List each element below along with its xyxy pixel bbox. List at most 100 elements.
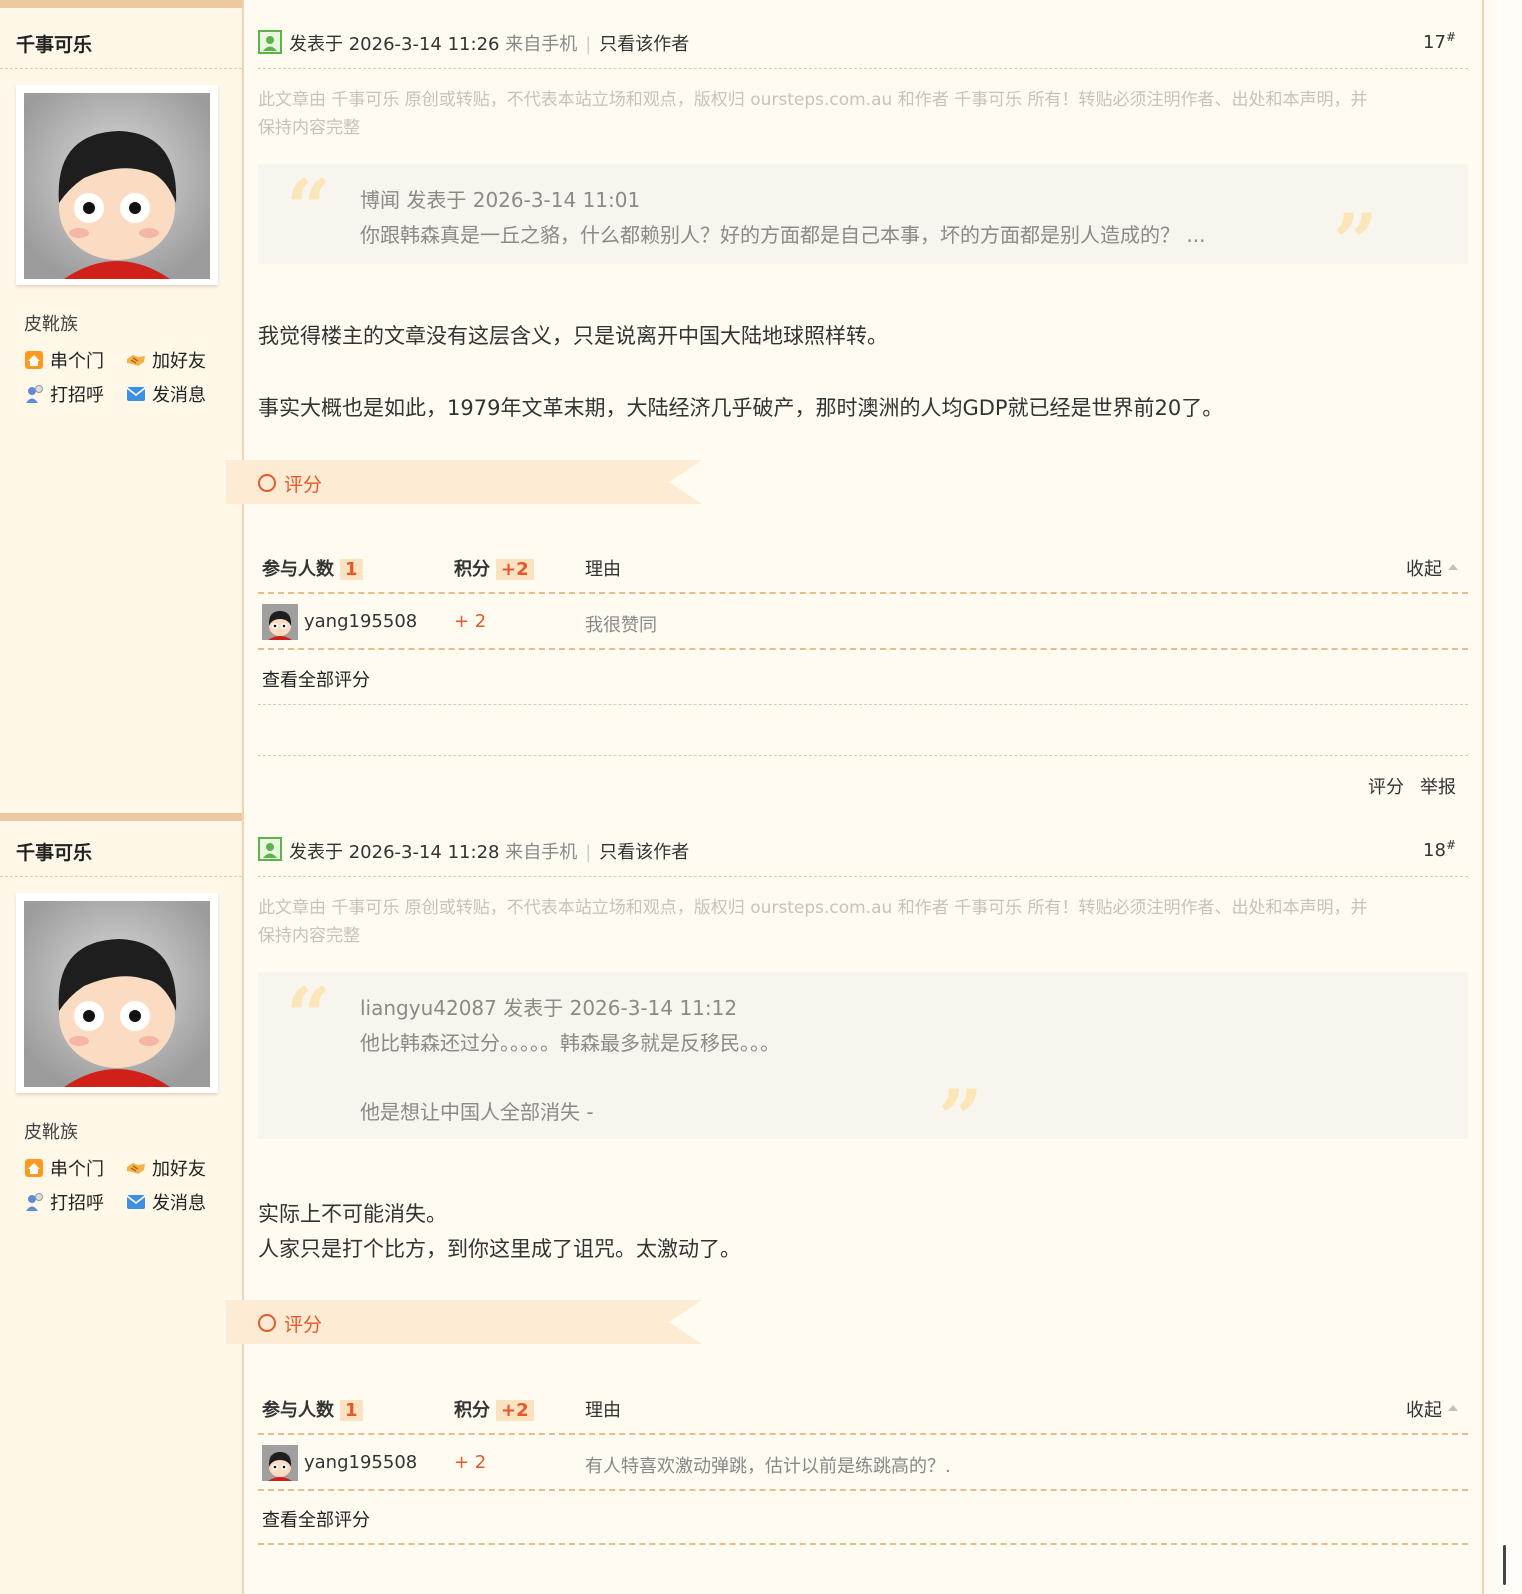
avatar-image	[24, 93, 210, 279]
message-label: 发消息	[152, 1193, 206, 1214]
view-all-ratings-link[interactable]: 查看全部评分	[262, 666, 370, 692]
participants-header: 参与人数 1	[262, 1396, 363, 1422]
post-18: 千事可乐 皮靴族 串个门 加好友 打招呼 发消息 发表于 2026-3-14 1…	[0, 813, 1510, 1594]
scrollbar-track[interactable]	[1497, 0, 1522, 1594]
floor-mark: #	[1445, 30, 1456, 44]
only-author-link[interactable]: 只看该作者	[599, 842, 689, 863]
greet-button[interactable]: 打招呼	[24, 381, 104, 407]
separator: |	[585, 842, 592, 863]
rate-button[interactable]: 评分	[1368, 773, 1404, 799]
open-quote-icon: “	[286, 971, 331, 1062]
post-time: 发表于 2026-3-14 11:26	[289, 34, 500, 55]
add-friend-button[interactable]: 加好友	[126, 1155, 206, 1181]
participants-count: 1	[340, 1400, 363, 1421]
quote-text: 你跟韩森真是一丘之貉，什么都赖别人？好的方面都是自己本事，坏的方面都是别人造成的…	[360, 223, 1206, 247]
message-button[interactable]: 发消息	[126, 381, 206, 407]
quote-block: “ 博闻 发表于 2026-3-14 11:01 你跟韩森真是一丘之貉，什么都赖…	[258, 163, 1468, 282]
home-icon	[25, 1159, 43, 1177]
author-name[interactable]: 千事可乐	[16, 838, 92, 865]
quote-text: 他比韩森还过分。。。。。韩森最多就是反移民。。。	[360, 1031, 780, 1055]
sidebar-top-bar	[0, 0, 242, 8]
author-sidebar: 千事可乐 皮靴族 串个门 加好友 打招呼 发消息	[0, 813, 244, 1594]
post-meta: 发表于 2026-3-14 11:26 来自手机 | 只看该作者	[289, 30, 689, 56]
handshake-icon	[127, 1163, 145, 1174]
content-border	[1482, 0, 1484, 1594]
post-body-line: 人家只是打个比方，到你这里成了诅咒。太激动了。	[258, 1237, 741, 1261]
greet-label: 打招呼	[50, 1193, 104, 1214]
post-source: 来自手机	[505, 34, 578, 55]
collapse-button[interactable]: 收起	[1406, 555, 1458, 581]
rating-banner: 评分	[226, 1300, 702, 1344]
rating-title: 评分	[284, 1314, 323, 1336]
circle-icon	[258, 474, 276, 492]
rating-title: 评分	[284, 474, 323, 496]
open-quote-icon: “	[286, 163, 331, 254]
floor-value: 17	[1423, 32, 1446, 53]
avatar-image	[24, 901, 210, 1087]
score-total: +2	[496, 559, 534, 580]
post-body-line: 实际上不可能消失。	[258, 1202, 447, 1226]
divider	[0, 68, 242, 69]
scrollbar-thumb[interactable]	[1503, 1545, 1506, 1585]
message-button[interactable]: 发消息	[126, 1189, 206, 1215]
online-status-icon	[258, 30, 282, 54]
report-button[interactable]: 举报	[1420, 773, 1456, 799]
handshake-icon	[127, 355, 145, 366]
divider	[258, 704, 1468, 705]
envelope-icon	[126, 387, 146, 401]
greet-button[interactable]: 打招呼	[24, 1189, 104, 1215]
only-author-link[interactable]: 只看该作者	[599, 34, 689, 55]
rater-name[interactable]: yang195508	[304, 611, 417, 632]
circle-icon	[258, 1314, 276, 1332]
divider	[258, 1433, 1468, 1435]
reason-header: 理由	[585, 1400, 621, 1421]
post-source: 来自手机	[505, 842, 578, 863]
author-name[interactable]: 千事可乐	[16, 30, 92, 57]
rater-name[interactable]: yang195508	[304, 1452, 417, 1473]
post-meta: 发表于 2026-3-14 11:28 来自手机 | 只看该作者	[289, 838, 689, 864]
collapse-button[interactable]: 收起	[1406, 1396, 1458, 1422]
rater-score: + 2	[454, 1452, 487, 1473]
user-rank: 皮靴族	[24, 314, 78, 335]
avatar[interactable]	[16, 85, 218, 285]
participants-count: 1	[340, 559, 363, 580]
divider	[258, 648, 1468, 650]
visit-button[interactable]: 串个门	[24, 347, 104, 373]
rater-avatar[interactable]	[262, 1445, 298, 1481]
divider	[258, 876, 1468, 877]
quote-header: 博闻 发表于 2026-3-14 11:01	[360, 188, 641, 212]
home-icon	[25, 351, 43, 369]
avatar[interactable]	[16, 893, 218, 1093]
score-header: 积分 +2	[454, 555, 534, 581]
post-body-line: 事实大概也是如此，1979年文革末期，大陆经济几乎破产，那时澳洲的人均GDP就已…	[258, 396, 1224, 420]
floor-number[interactable]: 17#	[1423, 30, 1456, 53]
divider	[258, 68, 1468, 69]
rater-avatar[interactable]	[262, 604, 298, 640]
close-quote-icon: ”	[938, 1073, 983, 1164]
view-all-ratings-link[interactable]: 查看全部评分	[262, 1506, 370, 1532]
participants-label: 参与人数	[262, 559, 334, 580]
collapse-label: 收起	[1406, 559, 1442, 580]
caret-up-icon	[1448, 564, 1458, 570]
quote-header: liangyu42087 发表于 2026-3-14 11:12	[360, 996, 738, 1020]
add-friend-button[interactable]: 加好友	[126, 347, 206, 373]
add-friend-label: 加好友	[152, 351, 206, 372]
collapse-label: 收起	[1406, 1400, 1442, 1421]
post-17: 千事可乐 皮靴族 串个门 加好友 打招呼 发消息 发表于 2026-3-14 1…	[0, 0, 1510, 825]
divider	[258, 755, 1468, 756]
floor-value: 18	[1423, 840, 1446, 861]
separator: |	[585, 34, 592, 55]
divider	[258, 592, 1468, 594]
author-sidebar: 千事可乐 皮靴族 串个门 加好友 打招呼 发消息	[0, 0, 244, 825]
post-content: 发表于 2026-3-14 11:26 来自手机 | 只看该作者 17# 此文章由 …	[226, 0, 1468, 825]
divider	[0, 876, 242, 877]
post-body-line: 我觉得楼主的文章没有这层含义，只是说离开中国大陆地球照样转。	[258, 324, 888, 348]
visit-button[interactable]: 串个门	[24, 1155, 104, 1181]
rater-avatar-image	[262, 1445, 298, 1481]
floor-number[interactable]: 18#	[1423, 838, 1456, 861]
divider	[258, 1543, 1468, 1545]
rating-banner: 评分	[226, 460, 702, 504]
add-friend-label: 加好友	[152, 1159, 206, 1180]
post-content: 发表于 2026-3-14 11:28 来自手机 | 只看该作者 18# 此文章由 …	[226, 825, 1468, 1594]
caret-up-icon	[1448, 1405, 1458, 1411]
